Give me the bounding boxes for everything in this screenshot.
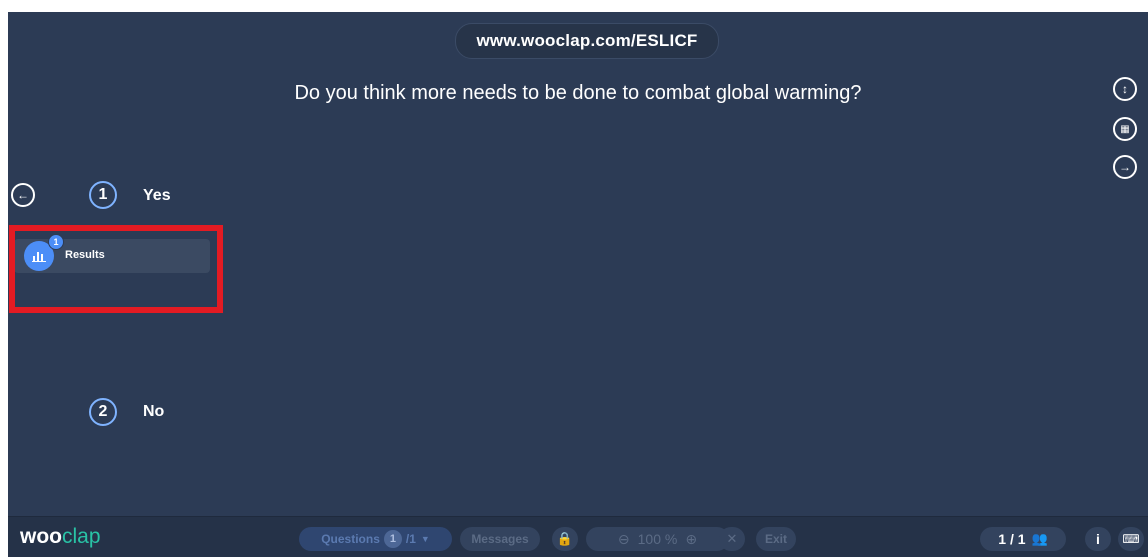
answer-label: No xyxy=(143,403,165,420)
question-title: Do you think more needs to be done to co… xyxy=(294,82,862,104)
previous-arrow-button[interactable]: ← xyxy=(11,183,35,207)
participants-counter[interactable]: 1 / 1 👥 xyxy=(980,527,1066,551)
answer-label: Yes xyxy=(143,187,171,204)
answer-number: 2 xyxy=(89,398,117,426)
presentation-stage: www.wooclap.com/ESLICF Do you think more… xyxy=(8,12,1148,557)
next-arrow-button[interactable]: → xyxy=(1113,155,1137,179)
zoom-value: 100 % xyxy=(637,531,678,547)
qr-code-icon[interactable]: ▦ xyxy=(1113,117,1137,141)
lock-icon[interactable]: 🔒 xyxy=(552,527,578,551)
current-question-number: 1 xyxy=(383,530,402,548)
zoom-out-icon[interactable]: ⊖ xyxy=(618,531,630,548)
questions-selector[interactable]: Questions 1 /1 ▼ xyxy=(299,527,452,551)
exit-button[interactable]: Exit xyxy=(756,527,796,551)
bottom-toolbar: wooclap Questions 1 /1 ▼ Messages 🔒 ⊖ 10… xyxy=(8,516,1148,557)
answer-number: 1 xyxy=(89,181,117,209)
messages-button[interactable]: Messages xyxy=(460,527,540,551)
people-icon: 👥 xyxy=(1031,531,1048,546)
info-icon[interactable]: i xyxy=(1085,527,1111,551)
zoom-controls: ⊖ 100 % ⊕ xyxy=(586,527,729,551)
logo-part-woo: woo xyxy=(20,525,62,548)
chevron-down-icon: ▼ xyxy=(420,534,430,544)
participants-count: 1 / 1 xyxy=(998,531,1026,547)
keyboard-icon[interactable]: ⌨ xyxy=(1118,527,1144,551)
shrink-icon[interactable]: ✕ xyxy=(719,527,745,551)
logo-part-clap: clap xyxy=(62,525,101,548)
session-url[interactable]: www.wooclap.com/ESLICF xyxy=(455,23,719,59)
right-arrow-icon: → xyxy=(1119,160,1131,174)
highlight-box xyxy=(9,225,223,313)
wooclap-logo: wooclap xyxy=(20,525,101,549)
zoom-in-icon[interactable]: ⊕ xyxy=(685,531,697,548)
vertical-arrows-icon[interactable]: ↕ xyxy=(1113,77,1137,101)
left-arrow-icon: ← xyxy=(17,188,29,202)
questions-label: Questions xyxy=(321,532,380,546)
total-questions: /1 xyxy=(405,532,416,546)
